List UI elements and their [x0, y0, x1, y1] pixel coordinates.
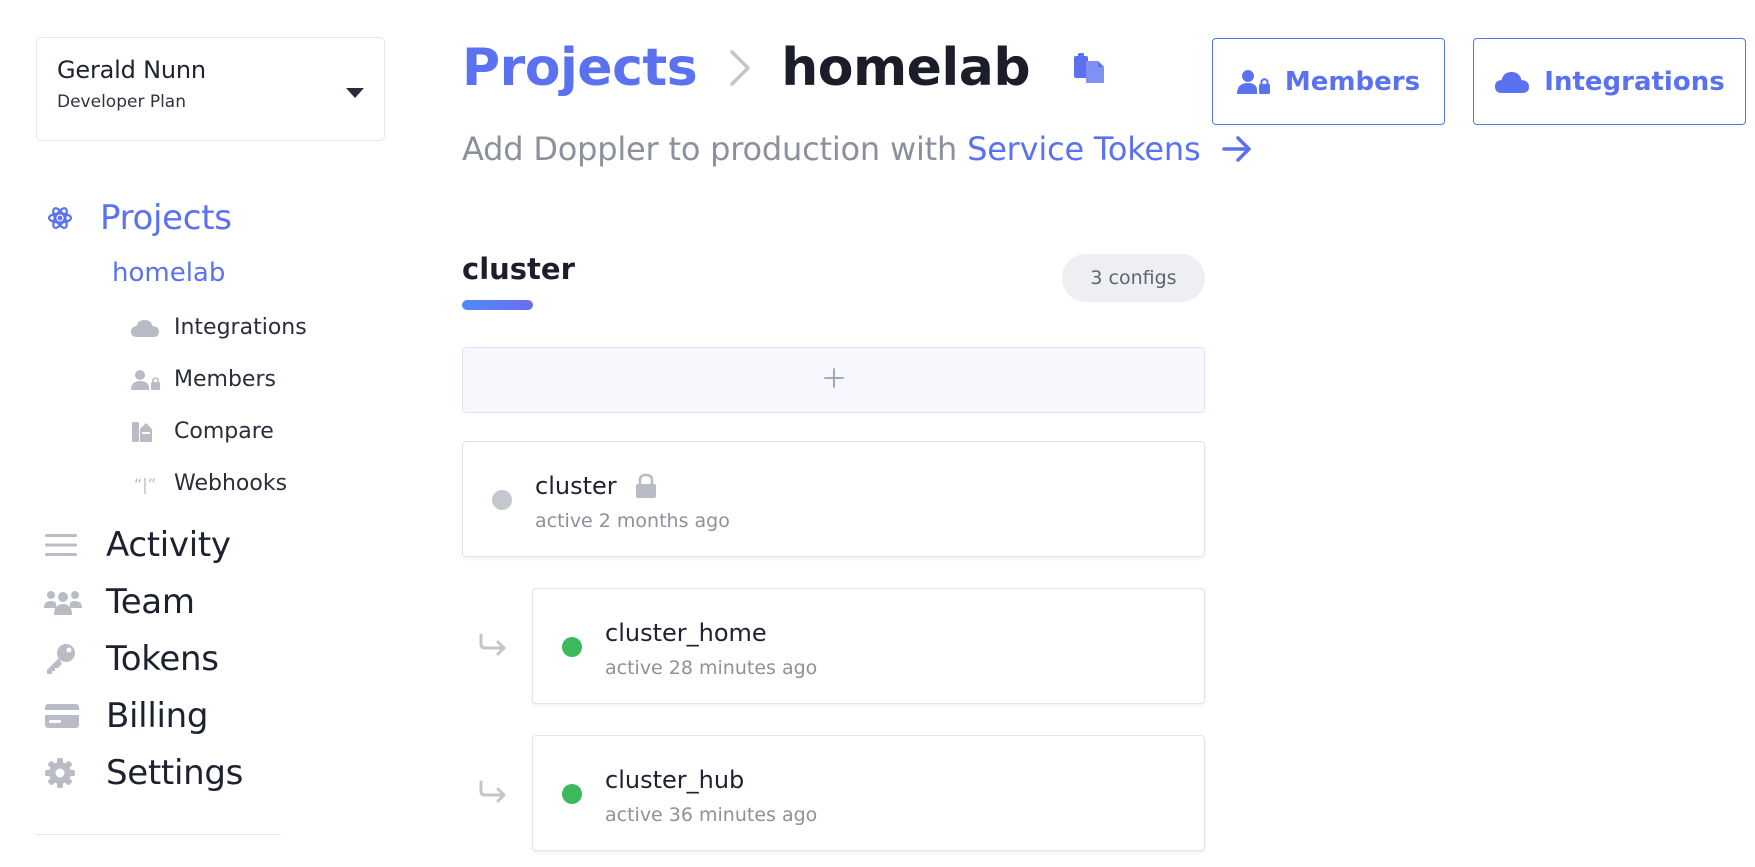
sidebar-item-members[interactable]: Members — [130, 367, 276, 392]
sidebar-item-label: Activity — [106, 525, 231, 565]
integrations-button[interactable]: Integrations — [1473, 38, 1746, 125]
breadcrumb: Projects homelab — [462, 38, 1106, 98]
page-title: homelab — [781, 38, 1031, 98]
integrations-button-label: Integrations — [1544, 66, 1725, 97]
sidebar-item-label: Webhooks — [174, 471, 288, 496]
subtitle-text: Add Doppler to production with — [462, 130, 958, 168]
sidebar-item-label: Billing — [106, 696, 209, 736]
sidebar-item-label: Compare — [174, 419, 274, 444]
sidebar-item-label: Members — [174, 367, 276, 392]
sidebar-item-webhooks[interactable]: “|” Webhooks — [130, 471, 287, 496]
cloud-icon — [130, 316, 162, 340]
environment-accent-bar — [462, 300, 533, 310]
sidebar-item-team[interactable]: Team — [44, 582, 195, 622]
sidebar-item-integrations[interactable]: Integrations — [130, 315, 307, 340]
config-name: cluster — [535, 472, 617, 500]
sidebar-item-homelab[interactable]: homelab — [112, 258, 225, 288]
members-button[interactable]: Members — [1212, 38, 1445, 125]
lock-icon — [635, 473, 657, 499]
status-dot — [492, 490, 512, 510]
config-last-active: active 28 minutes ago — [605, 657, 818, 679]
add-config-button[interactable] — [462, 347, 1205, 413]
members-button-label: Members — [1284, 66, 1421, 97]
atom-icon — [46, 204, 74, 232]
plus-icon — [823, 367, 845, 393]
config-name-row: cluster — [535, 472, 657, 500]
webhook-icon: “|” — [130, 472, 162, 496]
svg-text:“|”: “|” — [134, 475, 156, 494]
sidebar-item-label: Team — [106, 582, 195, 622]
status-dot — [562, 637, 582, 657]
config-card-cluster-home[interactable]: cluster_home active 28 minutes ago — [532, 588, 1205, 704]
environment-title: cluster — [462, 252, 575, 286]
gear-icon — [44, 756, 82, 790]
sidebar-item-label: Integrations — [174, 315, 307, 340]
status-dot — [562, 784, 582, 804]
chevron-right-icon — [729, 49, 751, 87]
sidebar-item-settings[interactable]: Settings — [44, 753, 243, 793]
sidebar-item-billing[interactable]: Billing — [44, 696, 208, 736]
config-name: cluster_home — [605, 619, 767, 647]
sidebar-item-label: Projects — [100, 198, 232, 238]
sidebar-item-projects[interactable]: Projects — [46, 198, 232, 238]
config-name-row: cluster_home — [605, 619, 767, 647]
activity-icon — [44, 528, 82, 562]
sidebar-item-compare[interactable]: Compare — [130, 419, 274, 444]
config-count-badge: 3 configs — [1062, 254, 1205, 302]
service-tokens-hint: Add Doppler to production with Service T… — [462, 130, 1252, 168]
breadcrumb-projects-link[interactable]: Projects — [462, 38, 698, 98]
config-card-cluster-hub[interactable]: cluster_hub active 36 minutes ago — [532, 735, 1205, 851]
clipboard-icon[interactable] — [1072, 52, 1106, 84]
service-tokens-link[interactable]: Service Tokens — [967, 130, 1201, 168]
sidebar-item-label: Tokens — [106, 639, 219, 679]
config-name-row: cluster_hub — [605, 766, 744, 794]
account-plan: Developer Plan — [57, 92, 187, 112]
team-icon — [44, 585, 82, 619]
config-name: cluster_hub — [605, 766, 745, 794]
credit-card-icon — [44, 699, 82, 733]
account-switcher[interactable]: Gerald Nunn Developer Plan — [36, 37, 385, 141]
caret-down-icon — [346, 88, 364, 98]
members-icon — [1236, 69, 1271, 95]
sidebar-item-label: Settings — [106, 753, 244, 793]
arrow-right-icon[interactable] — [1222, 136, 1252, 162]
key-icon — [44, 642, 82, 676]
config-card-cluster[interactable]: cluster active 2 months ago — [462, 441, 1205, 557]
account-name: Gerald Nunn — [57, 56, 206, 84]
config-last-active: active 2 months ago — [535, 510, 730, 532]
compare-icon — [130, 420, 162, 444]
sidebar-item-activity[interactable]: Activity — [44, 525, 231, 565]
members-icon — [130, 368, 162, 392]
sidebar-item-tokens[interactable]: Tokens — [44, 639, 219, 679]
config-last-active: active 36 minutes ago — [605, 804, 818, 826]
branch-arrow-icon — [478, 632, 508, 656]
branch-arrow-icon — [478, 779, 508, 803]
cloud-icon — [1494, 70, 1530, 94]
sidebar-divider — [36, 834, 281, 835]
